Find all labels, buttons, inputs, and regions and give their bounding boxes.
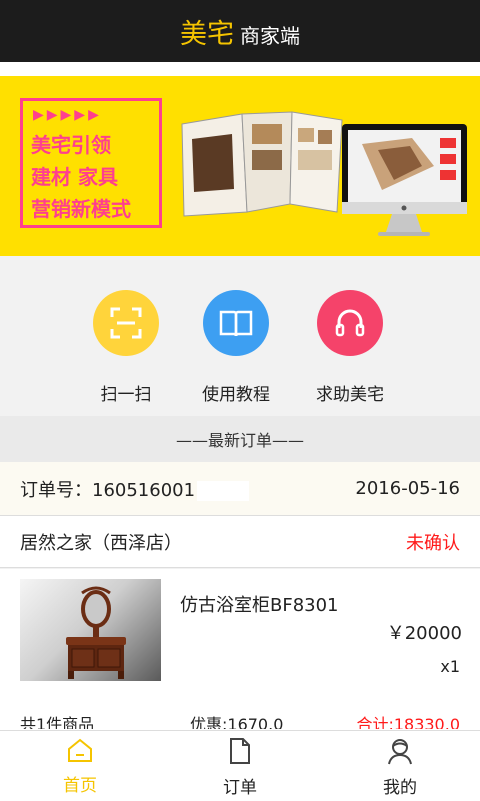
tab-orders[interactable]: 订单 [160, 731, 320, 801]
home-icon [68, 738, 92, 762]
product-price: ￥20000 [386, 623, 462, 644]
product-image [20, 579, 161, 681]
help-label: 求助美宅 [316, 385, 384, 405]
app-subtitle: 商家端 [240, 23, 300, 48]
store-row[interactable]: 居然之家（西泽店） 未确认 [0, 516, 480, 568]
help-action[interactable]: 求助美宅 [290, 290, 410, 405]
banner-line-1: 美宅引领 [31, 133, 111, 157]
product-name: 仿古浴室柜BF8301 [180, 595, 339, 616]
headset-icon [317, 290, 383, 356]
store-name: 居然之家（西泽店） [20, 532, 182, 554]
tab-home[interactable]: 首页 [0, 731, 160, 801]
order-number: 订单号：160516001 [20, 476, 250, 502]
user-icon [388, 739, 412, 765]
tab-profile-label: 我的 [383, 778, 417, 798]
order-summary: 共1件商品 优惠:1670.0 合计:18330.0 [20, 715, 460, 729]
banner-slogan-card: ▶▶▶▶▶ 美宅引领 建材 家具 营销新模式 [20, 98, 162, 228]
tutorial-label: 使用教程 [202, 385, 270, 405]
product-quantity: x1 [440, 657, 460, 676]
brand-name: 美宅 [180, 18, 234, 50]
promo-banner[interactable]: ▶▶▶▶▶ 美宅引领 建材 家具 营销新模式 [0, 76, 480, 256]
book-icon [203, 290, 269, 356]
header-spacer [0, 62, 480, 76]
tab-orders-label: 订单 [223, 778, 257, 798]
banner-arrows: ▶▶▶▶▶ [33, 107, 102, 123]
product-item[interactable]: 仿古浴室柜BF8301 ￥20000 x1 共1件商品 优惠:1670.0 合计… [0, 569, 480, 730]
banner-line-3: 营销新模式 [31, 197, 131, 221]
bottom-tab-bar: 首页 订单 我的 [0, 730, 480, 801]
order-number-value: 160516001 [92, 479, 196, 501]
summary-discount: 优惠:1670.0 [190, 715, 284, 729]
banner-line-2: 建材 家具 [31, 165, 118, 189]
scan-action[interactable]: 扫一扫 [66, 290, 186, 405]
document-icon [230, 738, 250, 764]
banner-devices-illustration [181, 111, 467, 236]
order-status: 未确认 [406, 532, 460, 554]
tab-home-label: 首页 [63, 776, 97, 796]
scan-label: 扫一扫 [100, 385, 152, 405]
order-date: 2016-05-16 [355, 478, 460, 499]
summary-count: 共1件商品 [20, 715, 95, 729]
summary-total: 合计:18330.0 [356, 715, 460, 729]
order-number-label: 订单号： [20, 479, 92, 501]
section-title: ——最新订单—— [0, 416, 480, 462]
order-number-mask [197, 480, 250, 501]
scan-icon [93, 290, 159, 356]
tab-profile[interactable]: 我的 [320, 731, 480, 801]
tutorial-action[interactable]: 使用教程 [176, 290, 296, 405]
quick-actions: 扫一扫 使用教程 求助美宅 [0, 256, 480, 416]
order-header[interactable]: 订单号：160516001 2016-05-16 [0, 462, 480, 516]
app-header: 美宅 商家端 [0, 0, 480, 62]
